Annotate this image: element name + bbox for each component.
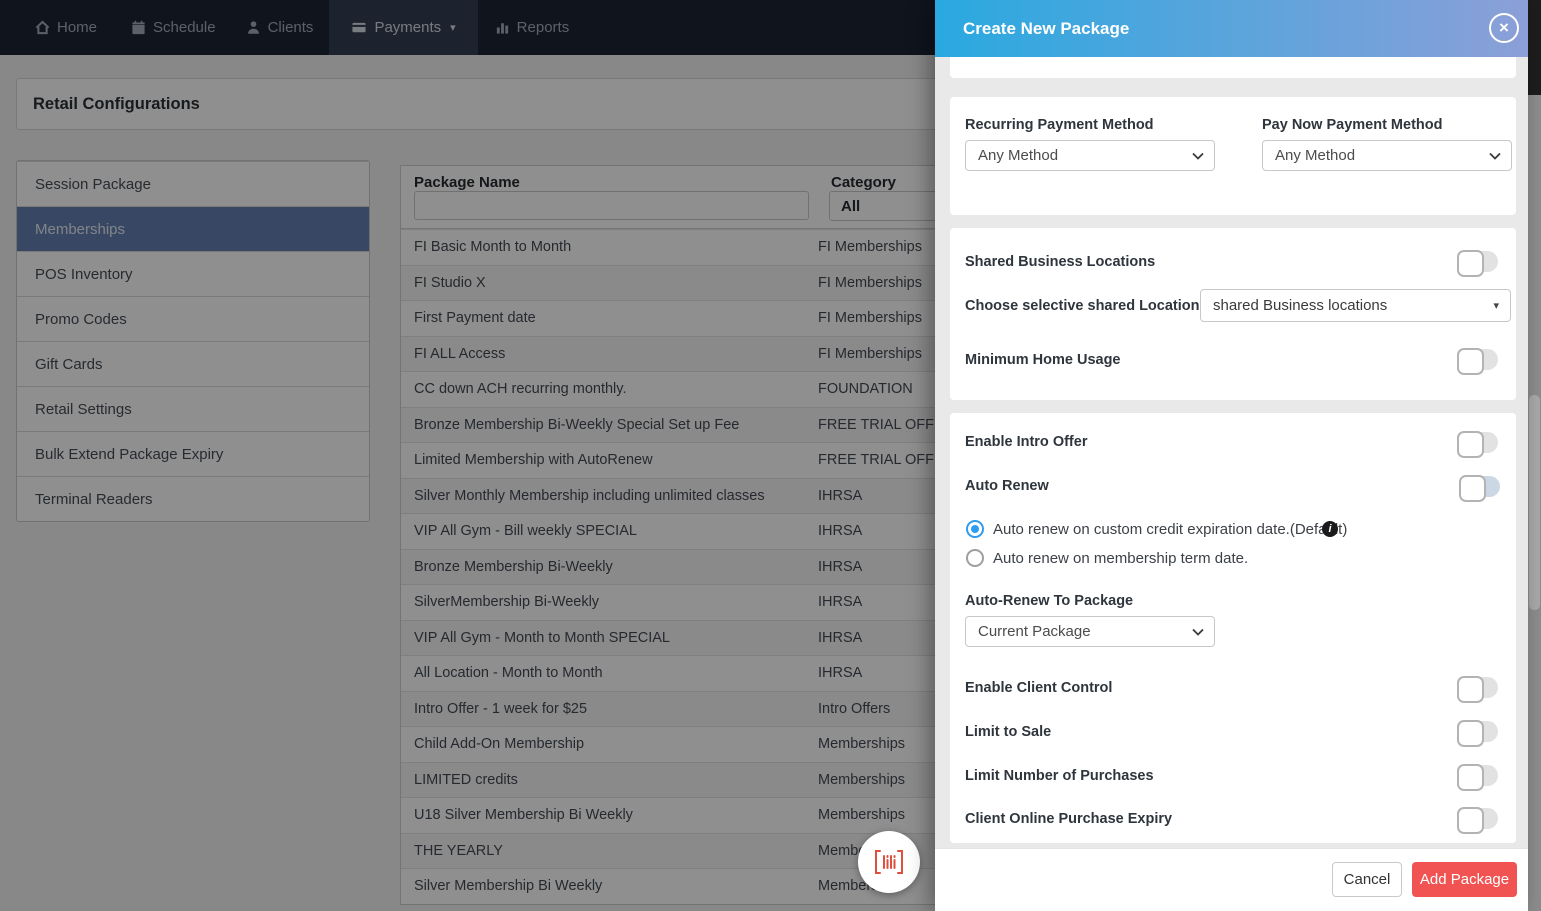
limit-number-of-purchases-toggle[interactable]	[1458, 765, 1498, 786]
paynow-payment-method-value: Any Method	[1275, 147, 1355, 164]
shared-locations-toggle[interactable]	[1458, 251, 1498, 272]
enable-client-control-toggle[interactable]	[1458, 677, 1498, 698]
modal-header: Create New Package ×	[935, 0, 1528, 57]
modal-footer: Cancel Add Package	[935, 848, 1528, 911]
barcode-icon	[873, 847, 905, 877]
radio-auto-renew-custom-credit[interactable]	[966, 520, 984, 538]
caret-down-icon: ▾	[1493, 299, 1499, 312]
minimum-home-usage-toggle[interactable]	[1458, 349, 1498, 370]
barcode-scanner-button[interactable]	[858, 831, 920, 893]
client-online-purchase-expiry-label: Client Online Purchase Expiry	[965, 811, 1172, 827]
modal-title: Create New Package	[963, 19, 1129, 39]
chevron-down-icon	[1192, 628, 1204, 636]
choose-shared-locations-label: Choose selective shared Locations	[965, 298, 1208, 314]
limit-to-sale-toggle[interactable]	[1458, 721, 1498, 742]
paynow-payment-method-select[interactable]: Any Method	[1262, 140, 1512, 171]
choose-shared-locations-value: shared Business locations	[1213, 297, 1387, 314]
shared-locations-label: Shared Business Locations	[965, 254, 1155, 270]
enable-intro-offer-toggle[interactable]	[1458, 432, 1498, 453]
choose-shared-locations-dropdown[interactable]: shared Business locations ▾	[1200, 289, 1511, 322]
auto-renew-to-package-select[interactable]: Current Package	[965, 616, 1215, 647]
recurring-payment-method-value: Any Method	[978, 147, 1058, 164]
auto-renew-toggle[interactable]	[1460, 476, 1500, 497]
info-icon[interactable]: i	[1322, 521, 1338, 537]
create-package-modal: Create New Package × Recurring Payment M…	[935, 0, 1528, 911]
auto-renew-to-package-label: Auto-Renew To Package	[965, 593, 1133, 609]
enable-client-control-label: Enable Client Control	[965, 680, 1112, 696]
add-package-button[interactable]: Add Package	[1412, 862, 1517, 897]
enable-intro-offer-label: Enable Intro Offer	[965, 434, 1087, 450]
payment-methods-card: Recurring Payment Method Any Method Pay …	[950, 97, 1516, 215]
radio-auto-renew-membership-term[interactable]	[966, 549, 984, 567]
limit-to-sale-label: Limit to Sale	[965, 724, 1051, 740]
client-online-purchase-expiry-toggle[interactable]	[1458, 808, 1498, 829]
paynow-payment-method-label: Pay Now Payment Method	[1262, 117, 1442, 133]
auto-renew-to-package-value: Current Package	[978, 623, 1091, 640]
close-icon: ×	[1499, 18, 1509, 37]
scrollbar-thumb[interactable]	[1529, 395, 1540, 610]
scrollbar-track-top	[1528, 0, 1541, 95]
cancel-button[interactable]: Cancel	[1332, 862, 1402, 897]
recurring-payment-method-select[interactable]: Any Method	[965, 140, 1215, 171]
minimum-home-usage-label: Minimum Home Usage	[965, 352, 1121, 368]
screen: Home Schedule Clients Payments ▾ Reports…	[0, 0, 1541, 911]
radio-auto-renew-custom-credit-label: Auto renew on custom credit expiration d…	[993, 521, 1347, 538]
scrolled-card-sliver	[950, 57, 1516, 78]
chevron-down-icon	[1192, 152, 1204, 160]
locations-card: Shared Business Locations Choose selecti…	[950, 228, 1516, 400]
info-glyph: i	[1328, 523, 1331, 535]
offers-card: Enable Intro Offer Auto Renew Auto renew…	[950, 413, 1516, 843]
close-button[interactable]: ×	[1489, 13, 1519, 43]
auto-renew-label: Auto Renew	[965, 478, 1049, 494]
limit-number-of-purchases-label: Limit Number of Purchases	[965, 768, 1154, 784]
radio-auto-renew-membership-term-label: Auto renew on membership term date.	[993, 550, 1248, 567]
page-scrollbar	[1528, 0, 1541, 911]
recurring-payment-method-label: Recurring Payment Method	[965, 117, 1154, 133]
chevron-down-icon	[1489, 152, 1501, 160]
